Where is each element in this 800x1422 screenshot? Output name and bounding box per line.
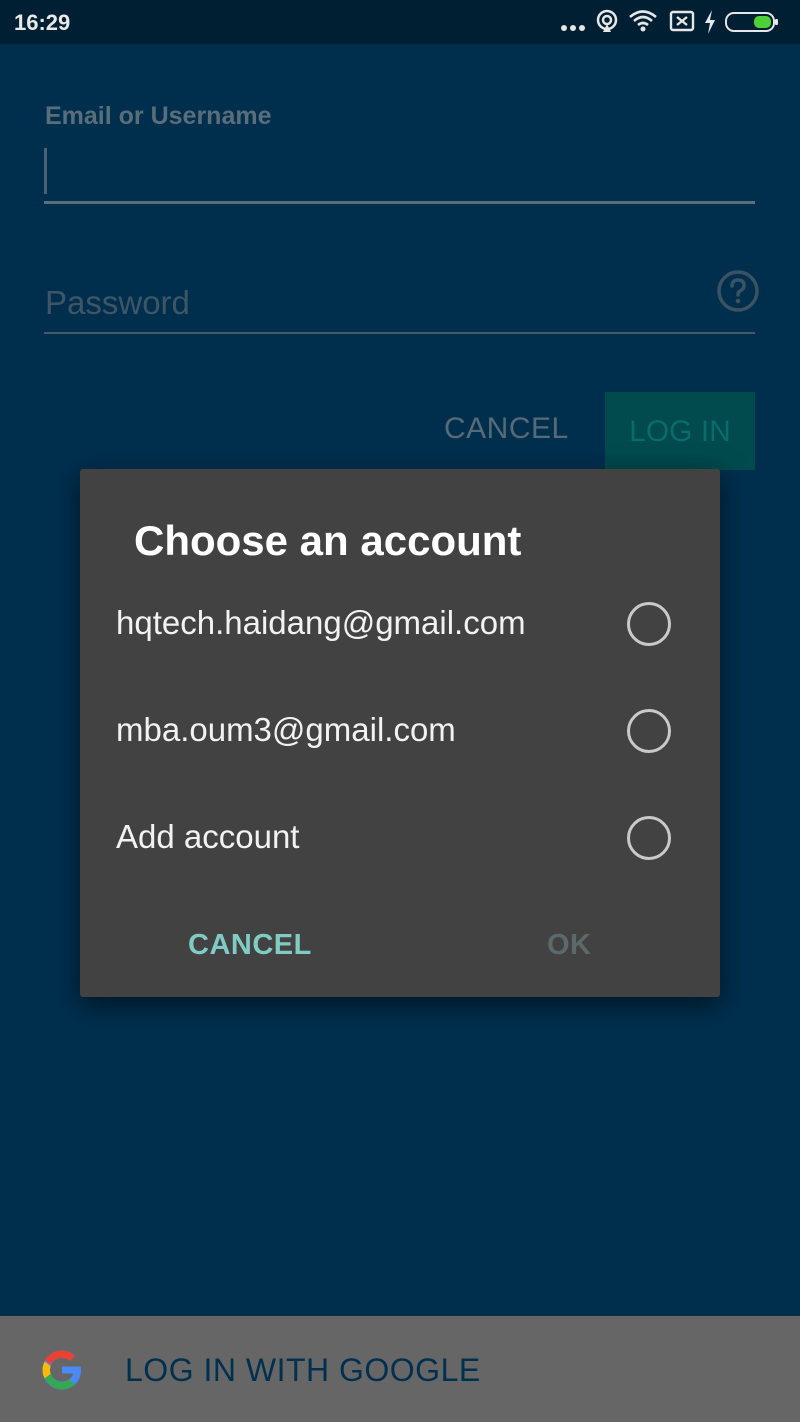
email-field[interactable] [44, 145, 755, 204]
add-account-label: Add account [116, 818, 300, 855]
text-caret [44, 148, 47, 194]
charging-icon [705, 10, 715, 34]
radio-button[interactable] [627, 709, 671, 753]
no-sim-icon [669, 10, 695, 32]
dialog-ok-button[interactable]: OK [547, 929, 592, 962]
hotspot-icon [596, 9, 618, 32]
google-g-icon [42, 1350, 82, 1390]
cancel-button[interactable]: CANCEL [444, 412, 569, 446]
email-label: Email or Username [45, 102, 272, 130]
radio-button[interactable] [627, 816, 671, 860]
more-dots-icon [561, 25, 585, 31]
battery-icon [725, 12, 778, 32]
google-login-label: LOG IN WITH GOOGLE [125, 1352, 481, 1388]
account-option[interactable]: mba.oum3@gmail.com [80, 679, 720, 779]
password-field[interactable]: Password [44, 270, 755, 334]
login-button[interactable]: LOG IN [605, 392, 755, 470]
status-icons [560, 8, 790, 36]
question-circle-icon[interactable] [716, 269, 760, 313]
dialog-title: Choose an account [134, 517, 522, 564]
status-time: 16:29 [14, 10, 71, 35]
status-bar: 16:29 [0, 0, 800, 44]
account-option-label: mba.oum3@gmail.com [116, 711, 456, 748]
add-account-option[interactable]: Add account [80, 786, 720, 886]
choose-account-dialog: Choose an account hqtech.haidang@gmail.c… [80, 469, 720, 997]
dialog-cancel-button[interactable]: CANCEL [188, 929, 312, 962]
account-option-label: hqtech.haidang@gmail.com [116, 604, 526, 641]
password-placeholder: Password [45, 284, 190, 321]
wifi-icon [629, 10, 657, 32]
account-option[interactable]: hqtech.haidang@gmail.com [80, 572, 720, 672]
google-login-button[interactable]: LOG IN WITH GOOGLE [0, 1316, 800, 1422]
radio-button[interactable] [627, 602, 671, 646]
